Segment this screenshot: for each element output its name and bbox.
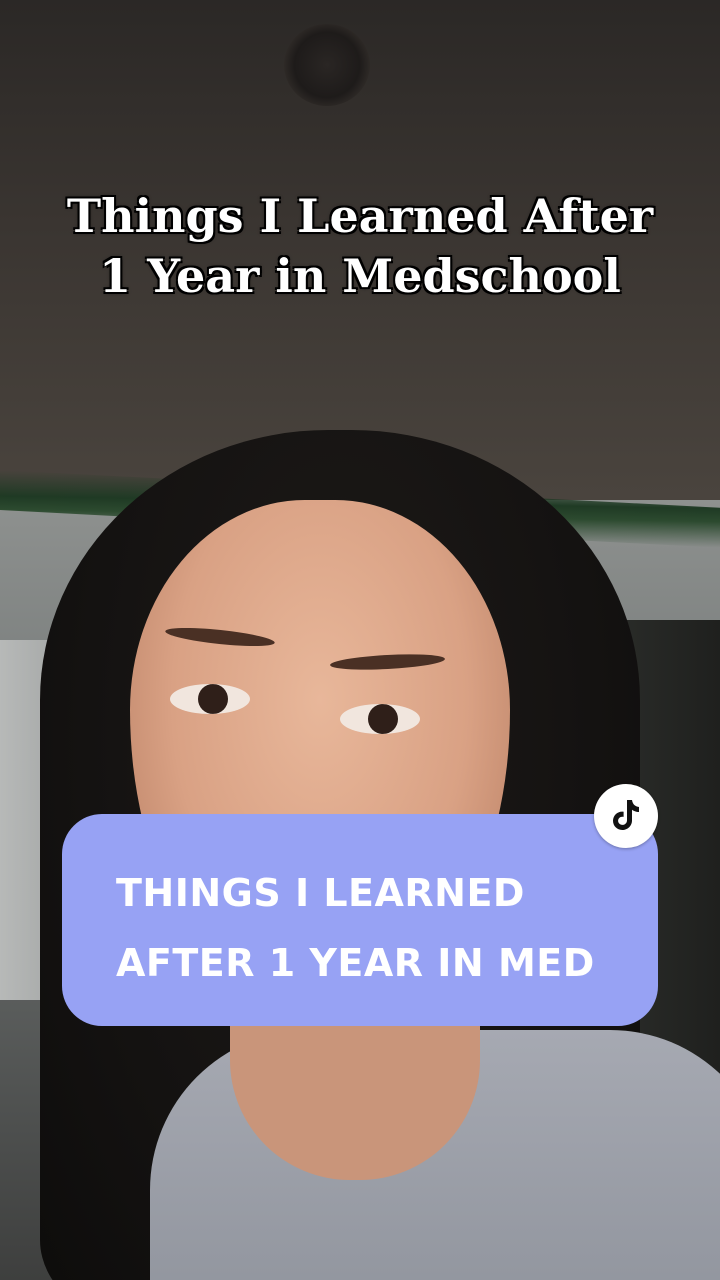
video-frame[interactable]: Things I Learned After 1 Year in Medscho… [0, 0, 720, 1280]
video-headline: Things I Learned After 1 Year in Medscho… [0, 186, 720, 306]
caption-line-2: AFTER 1 YEAR IN MED [116, 941, 595, 985]
caption-text: THINGS I LEARNED AFTER 1 YEAR IN MED [116, 858, 636, 998]
caption-card: THINGS I LEARNED AFTER 1 YEAR IN MED [62, 814, 658, 1026]
caption-line-1: THINGS I LEARNED [116, 871, 525, 915]
left-eye [170, 684, 250, 714]
headline-line-2: 1 Year in Medschool [99, 249, 621, 303]
tiktok-logo-icon[interactable] [594, 784, 658, 848]
tiktok-note-glyph [613, 800, 639, 830]
ceiling-light [284, 24, 370, 106]
headline-line-1: Things I Learned After [66, 189, 654, 243]
right-eye [340, 704, 420, 734]
